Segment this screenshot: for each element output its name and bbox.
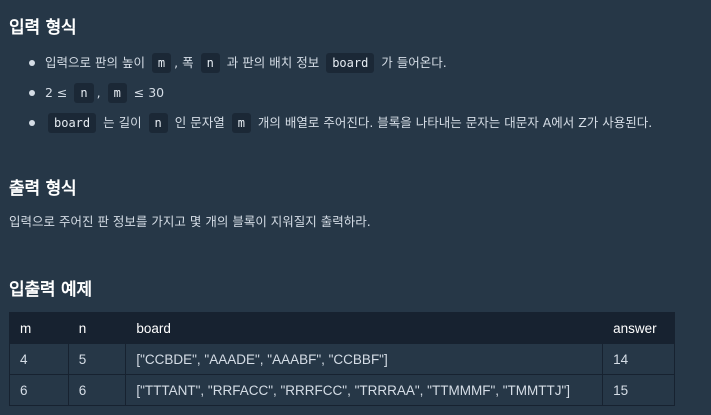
table-header-row: m n board answer	[9, 312, 675, 344]
text: 2 ≤	[45, 85, 72, 100]
inline-code: n	[148, 113, 168, 133]
table-row: 4 5 ["CCBDE", "AAADE", "AAABF", "CCBBF"]…	[9, 343, 675, 375]
examples-table: m n board answer 4 5 ["CCBDE", "AAADE", …	[9, 312, 675, 406]
bullet-dot	[29, 60, 35, 66]
cell-m: 4	[9, 343, 69, 375]
table-row: 6 6 ["TTTANT", "RRFACC", "RRRFCC", "TRRR…	[9, 374, 675, 406]
text: , 폭	[174, 55, 198, 70]
text: 는 길이	[99, 115, 146, 130]
text: 과 판의 배치 정보	[222, 55, 324, 70]
text: ≤ 30	[129, 85, 165, 100]
cell-m: 6	[9, 374, 69, 406]
column-header-m: m	[9, 312, 69, 344]
bullet-dot	[29, 90, 35, 96]
inline-code: n	[200, 53, 220, 73]
inline-code: n	[74, 83, 94, 103]
list-item: 2 ≤ n, m ≤ 30	[9, 78, 699, 108]
column-header-answer: answer	[602, 312, 675, 344]
inline-code: board	[326, 53, 375, 73]
cell-board: ["TTTANT", "RRFACC", "RRRFCC", "TRRRAA",…	[125, 374, 604, 406]
cell-answer: 14	[602, 343, 675, 375]
text: ,	[96, 85, 105, 100]
bullet-dot	[29, 120, 35, 126]
inline-code: m	[107, 83, 127, 103]
examples-heading: 입출력 예제	[9, 280, 92, 300]
text: 입력으로 판의 높이	[45, 55, 149, 70]
cell-n: 5	[67, 343, 127, 375]
input-format-list: 입력으로 판의 높이 m, 폭 n 과 판의 배치 정보 board 가 들어온…	[9, 48, 699, 138]
list-item: board 는 길이 n 인 문자열 m 개의 배열로 주어진다. 블록을 나타…	[9, 108, 699, 138]
column-header-n: n	[67, 312, 127, 344]
output-format-heading: 출력 형식	[9, 179, 77, 199]
text: 가 들어온다.	[377, 55, 447, 70]
input-format-heading: 입력 형식	[9, 18, 77, 38]
inline-code: m	[231, 113, 251, 133]
cell-board: ["CCBDE", "AAADE", "AAABF", "CCBBF"]	[125, 343, 604, 375]
cell-answer: 15	[602, 374, 675, 406]
output-format-description: 입력으로 주어진 판 정보를 가지고 몇 개의 블록이 지워질지 출력하라.	[9, 214, 371, 229]
list-item: 입력으로 판의 높이 m, 폭 n 과 판의 배치 정보 board 가 들어온…	[9, 48, 699, 78]
text: 개의 배열로 주어진다. 블록을 나타내는 문자는 대문자 A에서 Z가 사용된…	[253, 115, 653, 130]
inline-code: m	[151, 53, 172, 73]
text: 인 문자열	[170, 115, 229, 130]
inline-code: board	[48, 113, 97, 133]
cell-n: 6	[67, 374, 127, 406]
column-header-board: board	[125, 312, 604, 344]
